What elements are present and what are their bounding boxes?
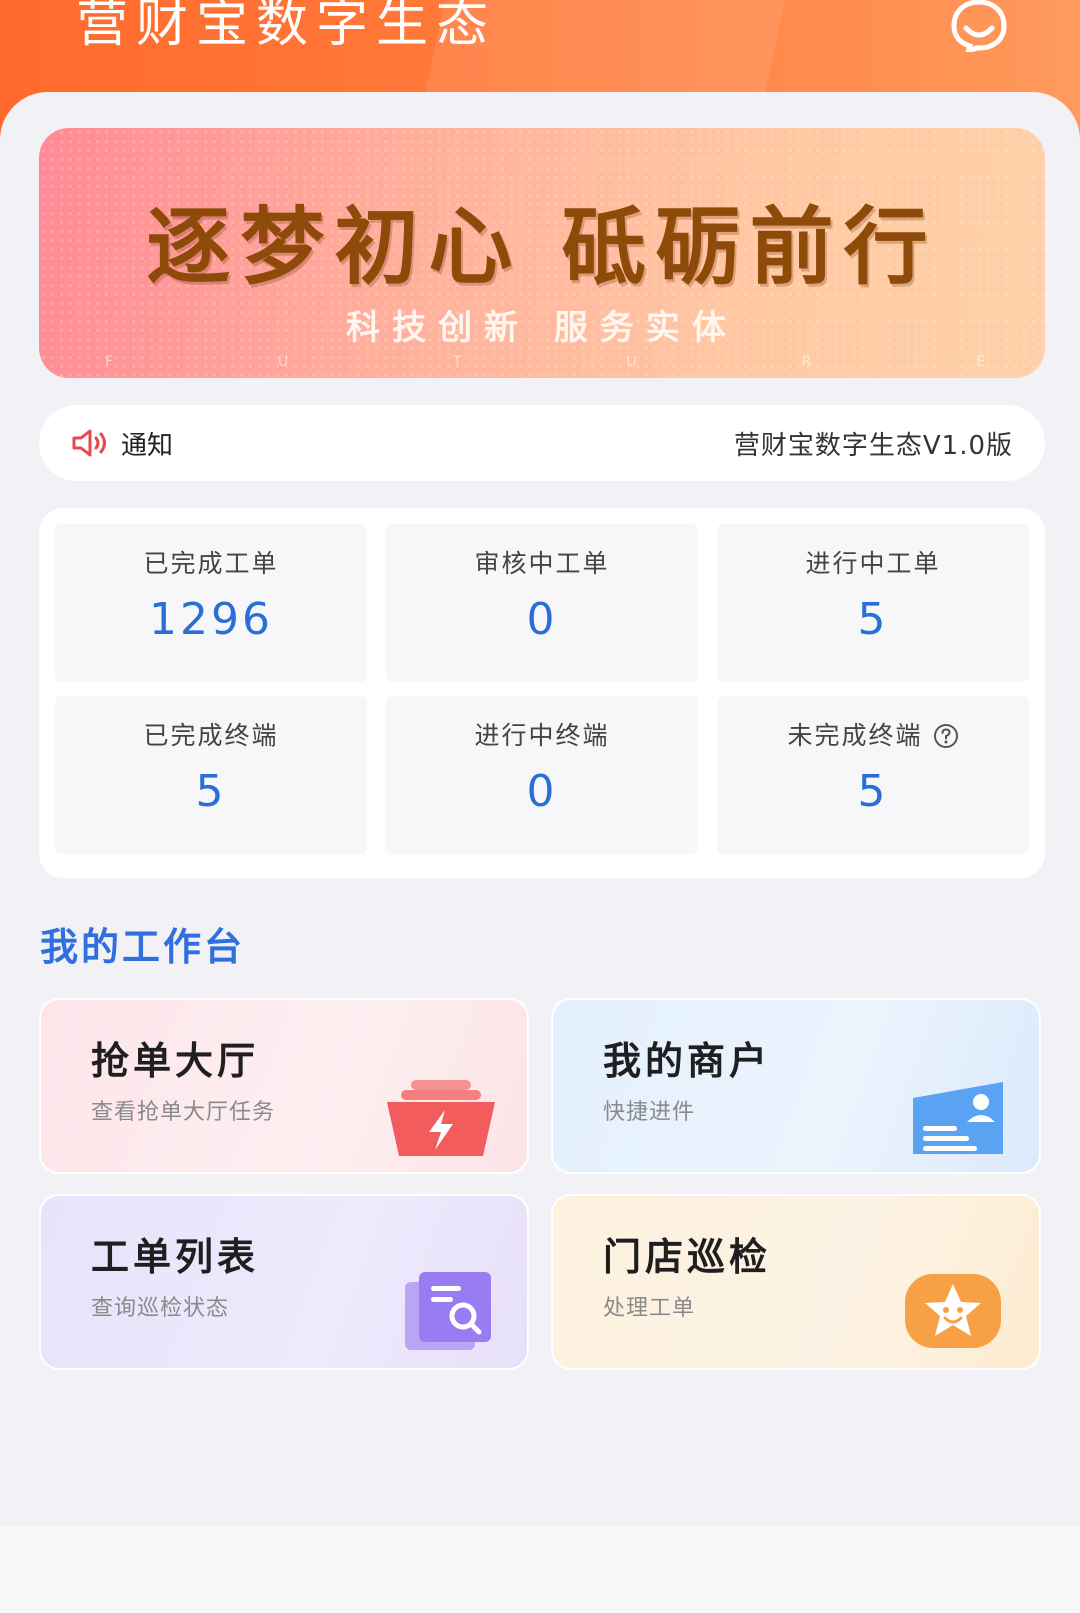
stat-in-progress-orders[interactable]: 进行中工单 5 — [717, 524, 1029, 682]
stat-incomplete-terminals[interactable]: 未完成终端 5 — [717, 696, 1029, 854]
speaker-icon — [72, 429, 106, 457]
stat-label: 审核中工单 — [474, 549, 610, 578]
stat-value: 1296 — [149, 594, 273, 645]
banner-letter: E — [976, 354, 985, 370]
help-icon[interactable] — [933, 723, 959, 749]
banner-letter: T — [453, 354, 462, 370]
promo-banner[interactable]: 逐梦初心 砥砺前行 科技创新 服务实体 F U T U R E — [39, 128, 1045, 378]
bottom-area — [0, 1526, 1080, 1613]
tile-order-hall[interactable]: 抢单大厅 查看抢单大厅任务 — [39, 998, 529, 1174]
banner-letter: U — [626, 354, 637, 370]
stat-label: 已完成终端 — [143, 721, 279, 750]
stat-in-progress-terminals[interactable]: 进行中终端 0 — [386, 696, 698, 854]
banner-letter: R — [801, 354, 812, 370]
app-title: 营财宝数字生态 — [76, 0, 497, 54]
tile-store-inspection[interactable]: 门店巡检 处理工单 — [551, 1194, 1041, 1370]
tile-subtitle: 查询巡检状态 — [91, 1296, 230, 1321]
stat-value: 0 — [526, 766, 558, 817]
banner-title: 逐梦初心 砥砺前行 — [146, 198, 938, 296]
lightning-basket-icon — [387, 1080, 495, 1156]
banner-letters: F U T U R E — [105, 354, 985, 370]
banner-letter: F — [105, 354, 114, 370]
tile-subtitle: 快捷进件 — [603, 1100, 696, 1125]
stat-value: 5 — [857, 766, 889, 817]
tile-my-merchants[interactable]: 我的商户 快捷进件 — [551, 998, 1041, 1174]
stats-panel: 已完成工单 1296 审核中工单 0 进行中工单 5 已完成终端 5 进行中终端… — [39, 508, 1045, 878]
star-smile-icon — [905, 1274, 1001, 1348]
tile-title: 门店巡检 — [603, 1235, 772, 1279]
document-search-icon — [405, 1272, 491, 1350]
stat-completed-terminals[interactable]: 已完成终端 5 — [55, 696, 367, 854]
workbench-title: 我的工作台 — [40, 925, 246, 969]
stat-label: 进行中工单 — [805, 549, 941, 578]
customer-service-icon[interactable] — [946, 0, 1012, 52]
notice-label: 通知 — [121, 431, 174, 461]
stat-label-row: 未完成终端 — [717, 716, 1029, 752]
tile-title: 我的商户 — [603, 1039, 772, 1083]
tile-title: 抢单大厅 — [91, 1039, 260, 1083]
stat-label: 未完成终端 — [787, 721, 923, 750]
tile-subtitle: 处理工单 — [603, 1296, 696, 1321]
stat-label: 已完成工单 — [143, 549, 279, 578]
stat-label: 进行中终端 — [474, 721, 610, 750]
notice-bar[interactable]: 通知 营财宝数字生态V1.0版 — [39, 405, 1045, 481]
tile-order-list[interactable]: 工单列表 查询巡检状态 — [39, 1194, 529, 1370]
banner-subtitle: 科技创新 服务实体 — [346, 308, 738, 348]
stat-value: 0 — [526, 594, 558, 645]
merchant-card-icon — [913, 1082, 1003, 1154]
tile-subtitle: 查看抢单大厅任务 — [91, 1100, 276, 1125]
stat-value: 5 — [195, 766, 227, 817]
stat-completed-orders[interactable]: 已完成工单 1296 — [55, 524, 367, 682]
stat-value: 5 — [857, 594, 889, 645]
tile-title: 工单列表 — [91, 1235, 260, 1279]
banner-letter: U — [277, 354, 289, 370]
notice-text[interactable]: 营财宝数字生态V1.0版 — [734, 425, 1013, 462]
stat-reviewing-orders[interactable]: 审核中工单 0 — [386, 524, 698, 682]
